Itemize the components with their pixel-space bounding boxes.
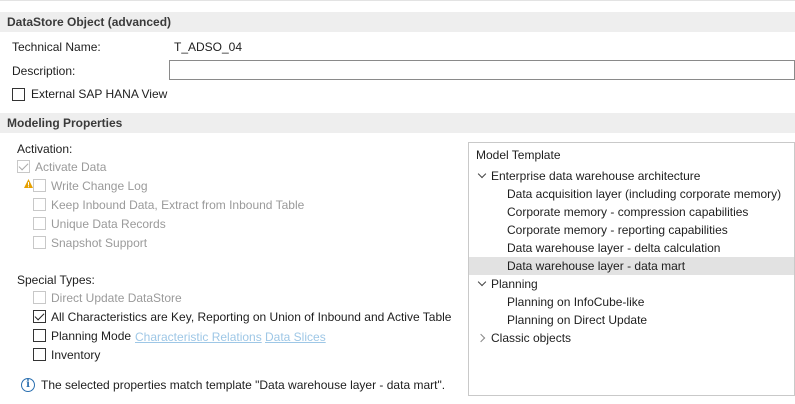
tree-item[interactable]: Corporate memory - reporting capabilitie… (469, 221, 794, 239)
activate-data-label: Activate Data (35, 160, 107, 174)
editor-title: DataStore Object (advanced) (0, 12, 795, 32)
unique-records-checkbox[interactable] (33, 217, 46, 230)
write-change-log-label: Write Change Log (51, 179, 148, 193)
tree-group-label: Planning (491, 277, 538, 291)
data-slices-link[interactable]: Data Slices (265, 330, 326, 344)
unique-records-label: Unique Data Records (51, 217, 166, 231)
snapshot-support-checkbox[interactable] (33, 236, 46, 249)
modeling-properties-header: Modeling Properties (0, 113, 795, 133)
all-characteristics-key-checkbox[interactable] (33, 310, 46, 323)
keep-inbound-label: Keep Inbound Data, Extract from Inbound … (51, 198, 305, 212)
inventory-checkbox[interactable] (33, 348, 46, 361)
tree-item-label: Planning on Direct Update (507, 313, 648, 327)
keep-inbound-checkbox[interactable] (33, 198, 46, 211)
info-icon: i (21, 378, 35, 392)
write-change-log-checkbox[interactable] (33, 179, 46, 192)
chevron-right-icon[interactable] (478, 334, 486, 342)
chevron-down-icon[interactable] (478, 171, 486, 179)
model-template-panel: Model Template Enterprise data warehouse… (468, 142, 795, 396)
special-types-label: Special Types: (17, 273, 95, 287)
tree-group-label: Classic objects (491, 331, 572, 345)
snapshot-support-label: Snapshot Support (51, 236, 148, 250)
tree-group-label: Enterprise data warehouse architecture (491, 169, 701, 183)
planning-mode-label: Planning Mode (51, 329, 132, 343)
tree-item[interactable]: Data acquisition layer (including corpor… (469, 185, 794, 203)
chevron-down-icon[interactable] (478, 279, 486, 287)
tree-item-label: Data warehouse layer - delta calculation (507, 241, 721, 255)
inventory-label: Inventory (51, 348, 101, 362)
tree-item-selected[interactable]: Data warehouse layer - data mart (469, 257, 794, 275)
model-template-title: Model Template (476, 148, 561, 162)
tree-item[interactable]: Corporate memory - compression capabilit… (469, 203, 794, 221)
technical-name-value: T_ADSO_04 (174, 40, 243, 54)
tree-item-label: Data warehouse layer - data mart (507, 259, 686, 273)
tree-group-edw-architecture[interactable]: Enterprise data warehouse architecture (469, 167, 794, 185)
tree-group-classic-objects[interactable]: Classic objects (469, 329, 794, 347)
activate-data-checkbox[interactable] (17, 160, 30, 173)
direct-update-label: Direct Update DataStore (51, 291, 182, 305)
activation-label: Activation: (17, 142, 73, 156)
direct-update-checkbox[interactable] (33, 291, 46, 304)
tree-item-label: Data acquisition layer (including corpor… (507, 187, 782, 201)
technical-name-label: Technical Name: (12, 40, 101, 54)
tree-item-label: Corporate memory - compression capabilit… (507, 205, 749, 219)
planning-mode-checkbox[interactable] (33, 329, 46, 342)
characteristic-relations-link[interactable]: Characteristic Relations (135, 330, 262, 344)
tree-item-label: Planning on InfoCube-like (507, 295, 645, 309)
warning-icon (24, 179, 33, 188)
top-border (0, 0, 795, 1)
external-hana-view-label: External SAP HANA View (31, 87, 168, 101)
description-label: Description: (12, 64, 76, 78)
tree-item-label: Corporate memory - reporting capabilitie… (507, 223, 728, 237)
tree-item[interactable]: Planning on InfoCube-like (469, 293, 794, 311)
external-hana-view-checkbox[interactable] (12, 88, 25, 101)
tree-item[interactable]: Planning on Direct Update (469, 311, 794, 329)
tree-group-planning[interactable]: Planning (469, 275, 794, 293)
all-characteristics-key-label: All Characteristics are Key, Reporting o… (51, 310, 452, 324)
template-match-message: The selected properties match template "… (41, 378, 446, 392)
description-field[interactable] (169, 60, 795, 80)
tree-item[interactable]: Data warehouse layer - delta calculation (469, 239, 794, 257)
